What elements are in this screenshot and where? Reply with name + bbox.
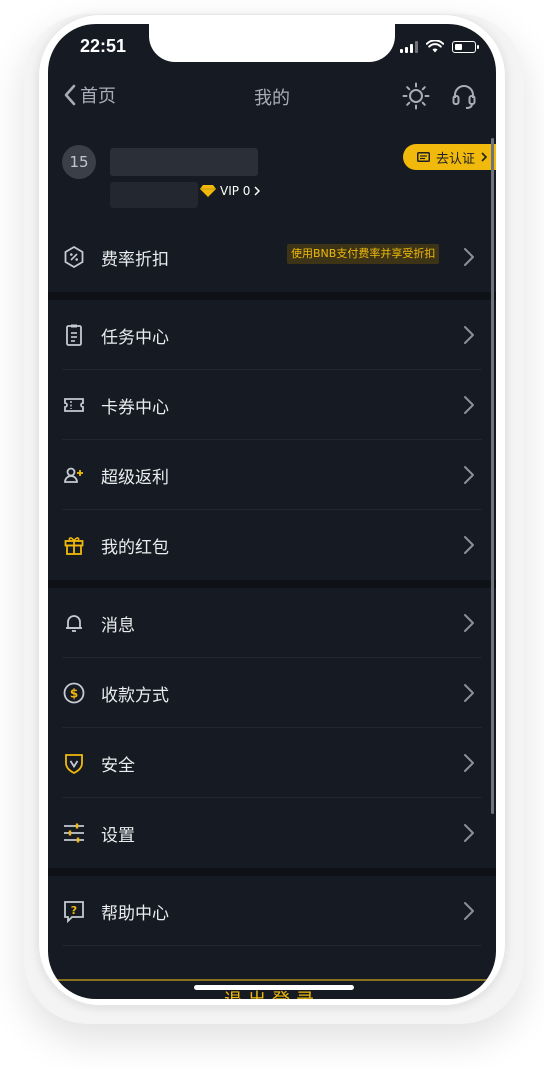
chevron-right-small-icon <box>481 152 488 162</box>
menu-item-coupon-center[interactable]: 卡券中心 <box>48 370 496 440</box>
avatar[interactable]: 15 <box>62 145 96 179</box>
menu-item-help-center[interactable]: ? 帮助中心 <box>48 876 496 946</box>
section-separator <box>48 868 496 876</box>
menu-item-settings[interactable]: 设置 <box>48 798 496 868</box>
menu-item-label: 超级返利 <box>101 467 169 488</box>
bell-icon <box>66 615 82 632</box>
verify-label: 去认证 <box>436 151 476 167</box>
clipboard-icon <box>66 324 82 346</box>
svg-text:?: ? <box>71 904 77 917</box>
menu-item-label: 消息 <box>101 615 135 636</box>
user-add-icon <box>64 467 83 483</box>
verify-button[interactable]: 去认证 <box>403 144 496 170</box>
section-separator <box>48 292 496 300</box>
menu-item-red-packet[interactable]: 我的红包 <box>48 510 496 580</box>
fee-discount-label: 费率折扣 <box>101 249 169 270</box>
menu-item-label: 收款方式 <box>101 685 169 706</box>
discount-icon <box>64 245 84 269</box>
fee-discount-row[interactable]: 费率折扣 使用BNB支付费率并享受折扣 <box>48 222 496 292</box>
headset-icon[interactable] <box>450 82 478 110</box>
chevron-right-icon <box>464 684 474 702</box>
chevron-right-icon <box>464 754 474 772</box>
menu-item-label: 卡券中心 <box>101 397 169 418</box>
id-card-icon <box>417 152 430 162</box>
scrollbar[interactable] <box>491 138 494 814</box>
notch <box>149 24 395 62</box>
vip-label: VIP 0 <box>220 184 251 198</box>
navbar: 首页 我的 <box>48 74 496 118</box>
status-time: 22:51 <box>80 36 127 56</box>
theme-toggle-icon[interactable] <box>402 82 430 110</box>
masked-username <box>110 148 258 176</box>
status-icons <box>400 40 479 53</box>
wifi-icon <box>426 40 444 53</box>
chevron-right-icon <box>464 326 474 344</box>
row-divider <box>62 945 482 946</box>
fee-discount-badge: 使用BNB支付费率并享受折扣 <box>287 244 440 264</box>
profile-section: 15 VIP 0 去认证 <box>48 124 496 224</box>
home-indicator <box>194 985 354 990</box>
chevron-right-icon <box>464 824 474 842</box>
help-icon: ? <box>64 901 84 923</box>
ticket-icon <box>64 398 84 412</box>
chevron-right-icon <box>464 536 474 554</box>
battery-icon <box>452 40 479 53</box>
menu-item-task-center[interactable]: 任务中心 <box>48 300 496 370</box>
dollar-icon: $ <box>63 682 85 704</box>
signal-icon <box>400 40 418 53</box>
menu-item-payment-methods[interactable]: $ 收款方式 <box>48 658 496 728</box>
menu-item-label: 帮助中心 <box>101 903 169 924</box>
chevron-right-icon <box>464 248 474 266</box>
chevron-right-icon <box>464 614 474 632</box>
menu-item-label: 安全 <box>101 755 135 776</box>
sliders-icon <box>64 823 84 843</box>
chevron-right-icon <box>464 396 474 414</box>
menu-item-security[interactable]: 安全 <box>48 728 496 798</box>
chevron-right-icon <box>464 902 474 920</box>
masked-user-id <box>110 182 198 208</box>
menu-item-label: 我的红包 <box>101 537 169 558</box>
diamond-icon <box>200 185 216 197</box>
menu-item-messages[interactable]: 消息 <box>48 588 496 658</box>
section-separator <box>48 580 496 588</box>
svg-text:$: $ <box>70 687 78 701</box>
vip-level[interactable]: VIP 0 <box>200 184 261 198</box>
menu-item-label: 任务中心 <box>101 327 169 348</box>
menu-item-label: 设置 <box>101 825 135 846</box>
menu-item-super-rebate[interactable]: 超级返利 <box>48 440 496 510</box>
chevron-right-small-icon <box>254 186 261 196</box>
app-screen: 22:51 首页 我的 15 VIP 0 去认证 费率折扣 使用BNB支付费率并… <box>48 24 496 999</box>
gift-icon <box>64 537 84 555</box>
chevron-right-icon <box>464 466 474 484</box>
shield-icon <box>65 754 83 775</box>
logout-border <box>48 979 496 981</box>
